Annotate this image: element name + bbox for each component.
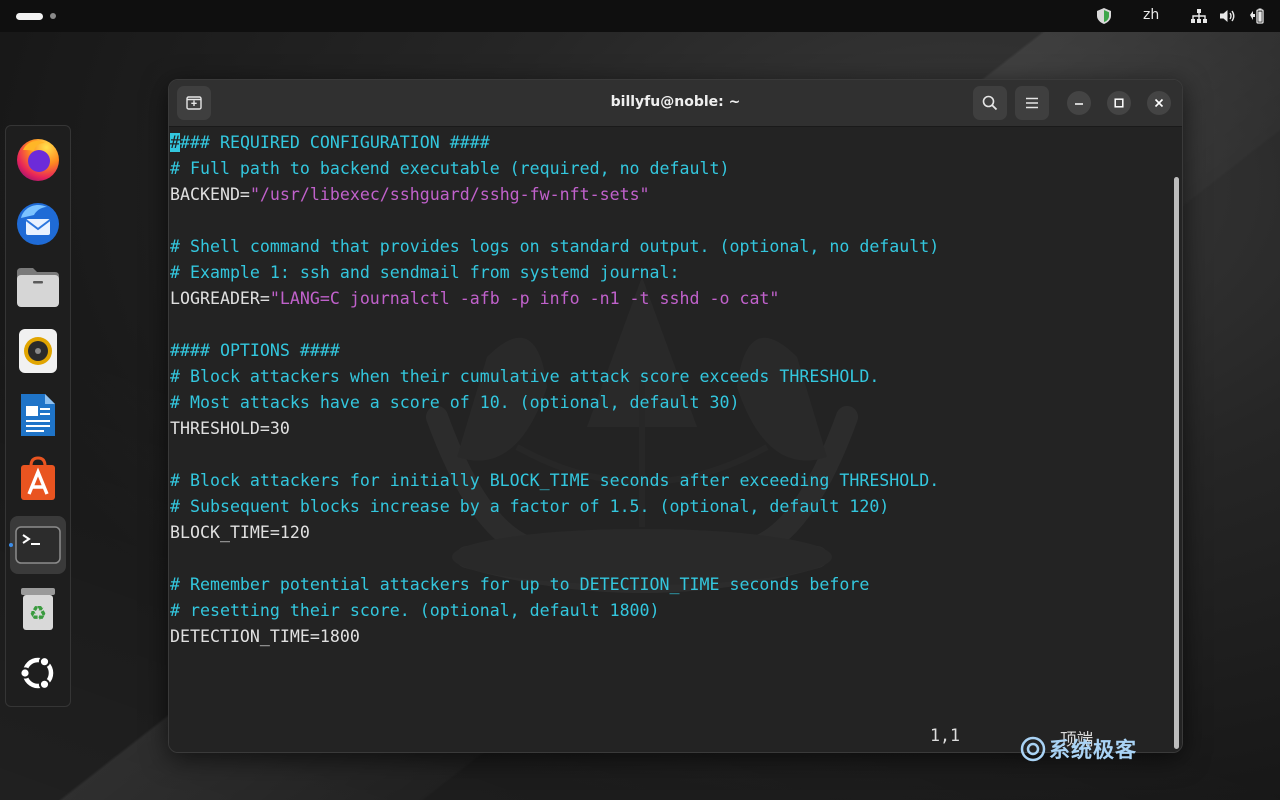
buffer-line[interactable]: #### OPTIONS #### [170,338,939,364]
line-segment: THRESHOLD=30 [170,419,290,438]
network-wired-icon[interactable] [1191,7,1207,25]
line-segment: # Full path to backend executable (requi… [170,159,730,178]
line-segment: "/usr/libexec/sshguard/sshg-fw-nft-sets" [249,185,650,204]
top-bar: zh [0,0,1280,32]
dock-item-thunderbird[interactable] [10,194,66,252]
buffer-line[interactable]: # Remember potential attackers for up to… [170,572,939,598]
dock-item-terminal[interactable] [9,516,66,574]
buffer-line[interactable]: LOGREADER="LANG=C journalctl -afb -p inf… [170,286,939,312]
line-segment: # Block attackers for initially BLOCK_TI… [170,471,940,490]
buffer-line[interactable]: # Subsequent blocks increase by a factor… [170,494,939,520]
dock-item-rhythmbox[interactable] [10,322,66,380]
menu-button[interactable] [1015,86,1049,120]
line-segment: BACKEND= [170,185,250,204]
site-watermark: 系统极客 [1020,734,1137,764]
terminal-icon [15,526,61,564]
writer-document-icon [21,394,55,436]
line-segment: # Shell command that provides logs on st… [170,237,940,256]
terminal-scrollbar[interactable] [1174,177,1179,749]
line-segment: ### REQUIRED CONFIGURATION #### [180,133,490,152]
line-segment: "LANG=C journalctl -afb -p info -n1 -t s… [269,289,780,308]
buffer-line[interactable]: # Most attacks have a score of 10. (opti… [170,390,939,416]
buffer-line[interactable]: # Full path to backend executable (requi… [170,156,939,182]
dock-item-app-center[interactable] [10,450,66,508]
trash-icon: ♻ [21,588,55,630]
terminal-content[interactable]: #### REQUIRED CONFIGURATION #### # Full p… [169,127,1182,752]
dock-item-firefox[interactable] [10,130,66,188]
buffer-line[interactable]: BACKEND="/usr/libexec/sshguard/sshg-fw-n… [170,182,939,208]
ubuntu-logo-icon [19,656,54,690]
text-cursor: # [170,133,180,152]
files-folder-icon [17,268,59,307]
close-button[interactable] [1147,91,1171,115]
line-segment: # Subsequent blocks increase by a factor… [170,497,890,516]
line-segment: # Block attackers when their cumulative … [170,367,880,386]
line-segment: BLOCK_TIME=120 [170,523,310,542]
search-icon [982,95,998,111]
buffer-line[interactable]: #### REQUIRED CONFIGURATION #### [170,130,939,156]
security-shield-icon[interactable] [1097,7,1111,25]
maximize-icon [1114,98,1124,108]
buffer-line[interactable]: # Block attackers when their cumulative … [170,364,939,390]
window-headerbar[interactable]: billyfu@noble: ~ [169,80,1182,127]
hamburger-menu-icon [1026,97,1038,109]
maximize-button[interactable] [1107,91,1131,115]
watermark-text: 系统极客 [1049,738,1137,762]
buffer-line[interactable]: # Shell command that provides logs on st… [170,234,939,260]
dock-item-trash[interactable]: ♻ [10,580,66,638]
terminal-window[interactable]: billyfu@noble: ~ #### REQUIRED CONFIGURA… [168,79,1183,753]
rhythmbox-speaker-icon [19,329,57,373]
dock-item-show-apps[interactable] [10,644,66,702]
line-segment: #### OPTIONS #### [170,341,340,360]
line-segment: DETECTION_TIME=1800 [170,627,360,646]
thunderbird-icon [17,203,59,245]
minimize-button[interactable] [1067,91,1091,115]
buffer-line[interactable]: # Block attackers for initially BLOCK_TI… [170,468,939,494]
line-segment: # Example 1: ssh and sendmail from syste… [170,263,680,282]
running-indicator [9,543,13,547]
buffer-line[interactable] [170,312,939,338]
buffer-line[interactable]: THRESHOLD=30 [170,416,939,442]
volume-icon[interactable] [1220,7,1236,25]
buffer-line[interactable]: # Example 1: ssh and sendmail from syste… [170,260,939,286]
buffer-line[interactable]: # resetting their score. (optional, defa… [170,598,939,624]
buffer-line[interactable] [170,442,939,468]
dock: ♻ [5,125,71,707]
buffer-line[interactable] [170,208,939,234]
line-segment: # Most attacks have a score of 10. (opti… [170,393,740,412]
dock-item-libreoffice-writer[interactable] [10,386,66,444]
dock-item-files[interactable] [10,258,66,316]
firefox-icon [17,139,59,181]
close-icon [1154,98,1164,108]
buffer-line[interactable] [170,546,939,572]
input-language-indicator[interactable]: zh [1143,7,1159,23]
line-segment: LOGREADER= [170,289,270,308]
svg-text:♻: ♻ [29,601,47,625]
app-center-bag-icon [21,456,55,500]
buffer-line[interactable]: DETECTION_TIME=1800 [170,624,939,650]
line-segment: # Remember potential attackers for up to… [170,575,870,594]
search-button[interactable] [973,86,1007,120]
minimize-icon [1075,103,1083,105]
watermark-logo-icon [1020,736,1046,762]
battery-icon[interactable] [1250,7,1264,25]
workspace-indicator-active[interactable] [16,13,43,20]
vim-buffer[interactable]: #### REQUIRED CONFIGURATION #### # Full p… [170,130,939,650]
status-cursor-position: 1,1 [930,726,960,745]
workspace-indicator[interactable] [50,13,56,19]
buffer-line[interactable]: BLOCK_TIME=120 [170,520,939,546]
line-segment: # resetting their score. (optional, defa… [170,601,660,620]
